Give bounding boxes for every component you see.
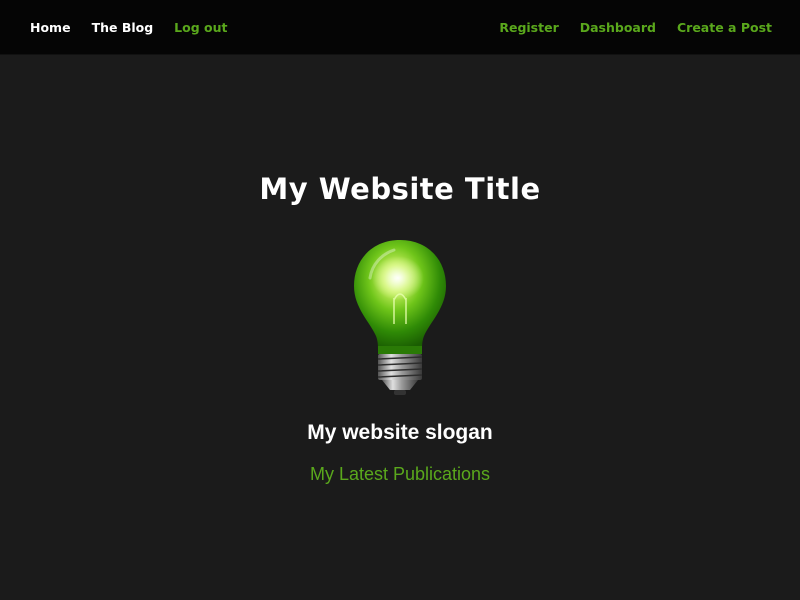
lightbulb-icon (354, 240, 446, 395)
hero-section: My Website Title My website slogan My La… (0, 54, 800, 600)
nav-home-link[interactable]: Home (30, 20, 71, 35)
latest-publications-link[interactable]: My Latest Publications (0, 464, 800, 485)
nav-logout-link[interactable]: Log out (174, 20, 227, 35)
nav-dashboard-link[interactable]: Dashboard (580, 20, 656, 35)
nav-create-post-link[interactable]: Create a Post (677, 20, 772, 35)
site-slogan: My website slogan (307, 421, 493, 444)
nav-left-group: Home The Blog Log out (30, 0, 249, 54)
nav-register-link[interactable]: Register (499, 20, 558, 35)
nav-right-group: Register Dashboard Create a Post (478, 0, 772, 54)
top-navbar: Home The Blog Log out Register Dashboard… (0, 0, 800, 55)
nav-blog-link[interactable]: The Blog (92, 20, 154, 35)
site-title: My Website Title (259, 172, 541, 206)
